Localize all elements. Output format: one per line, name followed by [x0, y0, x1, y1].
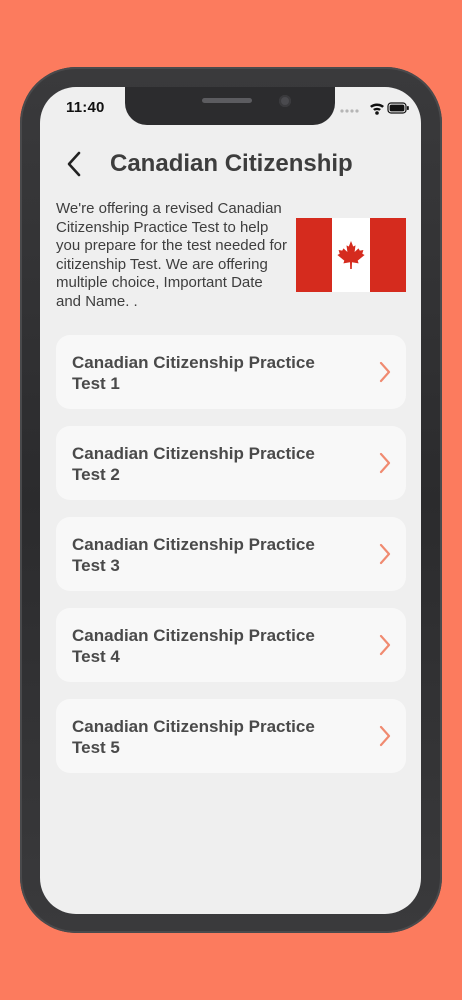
test-item-label: Canadian Citizenship Practice Test 3 — [72, 535, 315, 575]
chevron-left-icon — [67, 151, 81, 177]
test-item-2[interactable]: Canadian Citizenship Practice Test 2 — [56, 426, 406, 500]
intro-text: We're offering a revised Canadian Citize… — [56, 200, 287, 310]
page-title: Canadian Citizenship — [110, 150, 353, 177]
test-item-4[interactable]: Canadian Citizenship Practice Test 4 — [56, 608, 406, 682]
speaker — [202, 98, 252, 103]
battery-icon — [387, 102, 409, 114]
status-time: 11:40 — [66, 99, 105, 116]
test-item-label: Canadian Citizenship Practice Test 2 — [72, 444, 315, 484]
chevron-right-icon — [379, 452, 391, 474]
test-item-label: Canadian Citizenship Practice Test 5 — [72, 717, 315, 757]
test-list: Canadian Citizenship Practice Test 1 Cana… — [56, 335, 406, 790]
test-item-5[interactable]: Canadian Citizenship Practice Test 5 — [56, 699, 406, 773]
status-icons — [340, 100, 410, 116]
back-button[interactable] — [58, 148, 90, 180]
test-item-1[interactable]: Canadian Citizenship Practice Test 1 — [56, 335, 406, 409]
canada-flag-icon — [296, 218, 406, 292]
test-item-label: Canadian Citizenship Practice Test 4 — [72, 626, 315, 666]
test-item-3[interactable]: Canadian Citizenship Practice Test 3 — [56, 517, 406, 591]
signal-icon — [340, 109, 359, 113]
wifi-icon — [370, 103, 384, 115]
notch — [125, 87, 335, 125]
front-camera — [279, 95, 291, 107]
chevron-right-icon — [379, 725, 391, 747]
test-item-label: Canadian Citizenship Practice Test 1 — [72, 353, 315, 393]
chevron-right-icon — [379, 543, 391, 565]
chevron-right-icon — [379, 634, 391, 656]
chevron-right-icon — [379, 361, 391, 383]
